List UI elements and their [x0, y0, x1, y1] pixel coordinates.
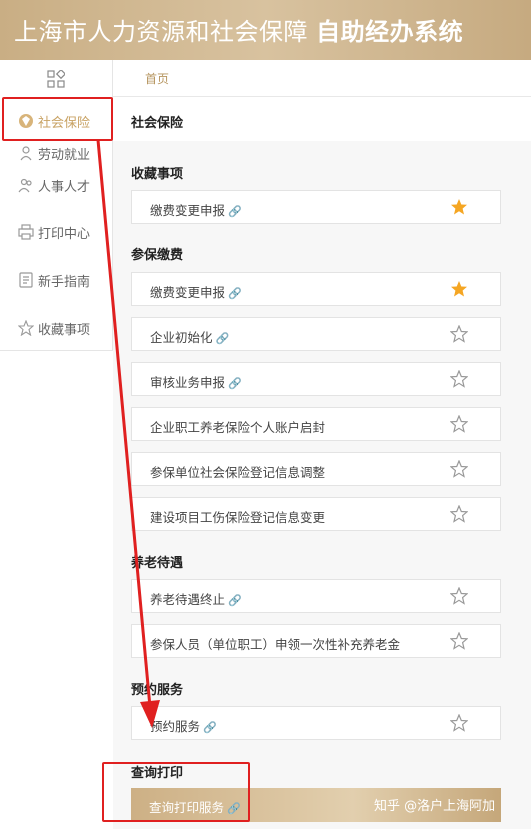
star-outline-icon[interactable] [450, 370, 468, 388]
page-title: 社会保险 [131, 116, 184, 131]
star-outline-icon[interactable] [450, 415, 468, 433]
service-item[interactable]: 审核业务申报 🔗 [131, 362, 501, 396]
sidebar-item-hr-talent[interactable]: 人事人才 [0, 172, 112, 198]
service-item[interactable]: 养老待遇终止 🔗 [131, 579, 501, 613]
section-title-insurance: 参保缴费 [131, 248, 184, 263]
service-item[interactable]: 缴费变更申报 🔗 [131, 272, 501, 306]
service-item[interactable]: 参保人员（单位职工）申领一次性补充养老金 [131, 624, 501, 658]
link-icon: 🔗 [228, 594, 242, 607]
star-filled-icon[interactable] [450, 198, 468, 216]
sidebar-item-label: 收藏事项 [38, 323, 91, 338]
section-title-appointment: 预约服务 [131, 683, 184, 698]
star-outline-icon[interactable] [450, 587, 468, 605]
app-header: 上海市人力资源和社会保障 自助经办系统 [0, 0, 531, 60]
watermark: 知乎 @洛户上海阿加 [374, 799, 496, 814]
service-item[interactable]: 企业初始化 🔗 [131, 317, 501, 351]
app-title: 上海市人力资源和社会保障 自助经办系统 [14, 18, 464, 46]
service-item[interactable]: 建设项目工伤保险登记信息变更 [131, 497, 501, 531]
service-item[interactable]: 参保单位社会保险登记信息调整 [131, 452, 501, 486]
sidebar-item-print-center[interactable]: 打印中心 [0, 219, 112, 245]
star-icon [18, 320, 34, 336]
sidebar-item-favorites[interactable]: 收藏事项 [0, 315, 112, 341]
link-icon: 🔗 [215, 332, 230, 345]
link-icon: 🔗 [228, 377, 242, 390]
link-icon: 🔗 [228, 205, 242, 218]
apps-grid-icon[interactable] [47, 70, 65, 88]
sidebar-item-label: 打印中心 [38, 227, 91, 242]
link-icon: 🔗 [228, 287, 242, 300]
sidebar-item-label: 人事人才 [38, 180, 91, 195]
printer-icon [18, 224, 34, 240]
breadcrumb: 首页 [113, 60, 531, 97]
star-outline-icon[interactable] [450, 632, 468, 650]
annotation-box-sidebar [2, 97, 113, 141]
breadcrumb-home[interactable]: 首页 [145, 70, 169, 87]
service-item[interactable]: 预约服务 🔗 [131, 706, 501, 740]
section-title-favorites: 收藏事项 [131, 167, 184, 182]
section-title-pension: 养老待遇 [131, 556, 184, 571]
sidebar-item-guide[interactable]: 新手指南 [0, 267, 112, 293]
worker-icon [20, 146, 32, 161]
sidebar-item-label: 新手指南 [38, 275, 91, 290]
people-icon [18, 178, 32, 193]
star-outline-icon[interactable] [450, 325, 468, 343]
annotation-box-print [102, 762, 250, 822]
service-item[interactable]: 企业职工养老保险个人账户启封 [131, 407, 501, 441]
link-icon: 🔗 [203, 721, 217, 734]
star-outline-icon[interactable] [450, 505, 468, 523]
favorite-item[interactable]: 缴费变更申报 🔗 [131, 190, 501, 224]
guide-icon [19, 272, 33, 288]
star-outline-icon[interactable] [450, 460, 468, 478]
star-outline-icon[interactable] [450, 714, 468, 732]
star-filled-icon[interactable] [450, 280, 468, 298]
sidebar-item-label: 劳动就业 [38, 148, 91, 163]
sidebar-item-employment[interactable]: 劳动就业 [0, 140, 112, 166]
